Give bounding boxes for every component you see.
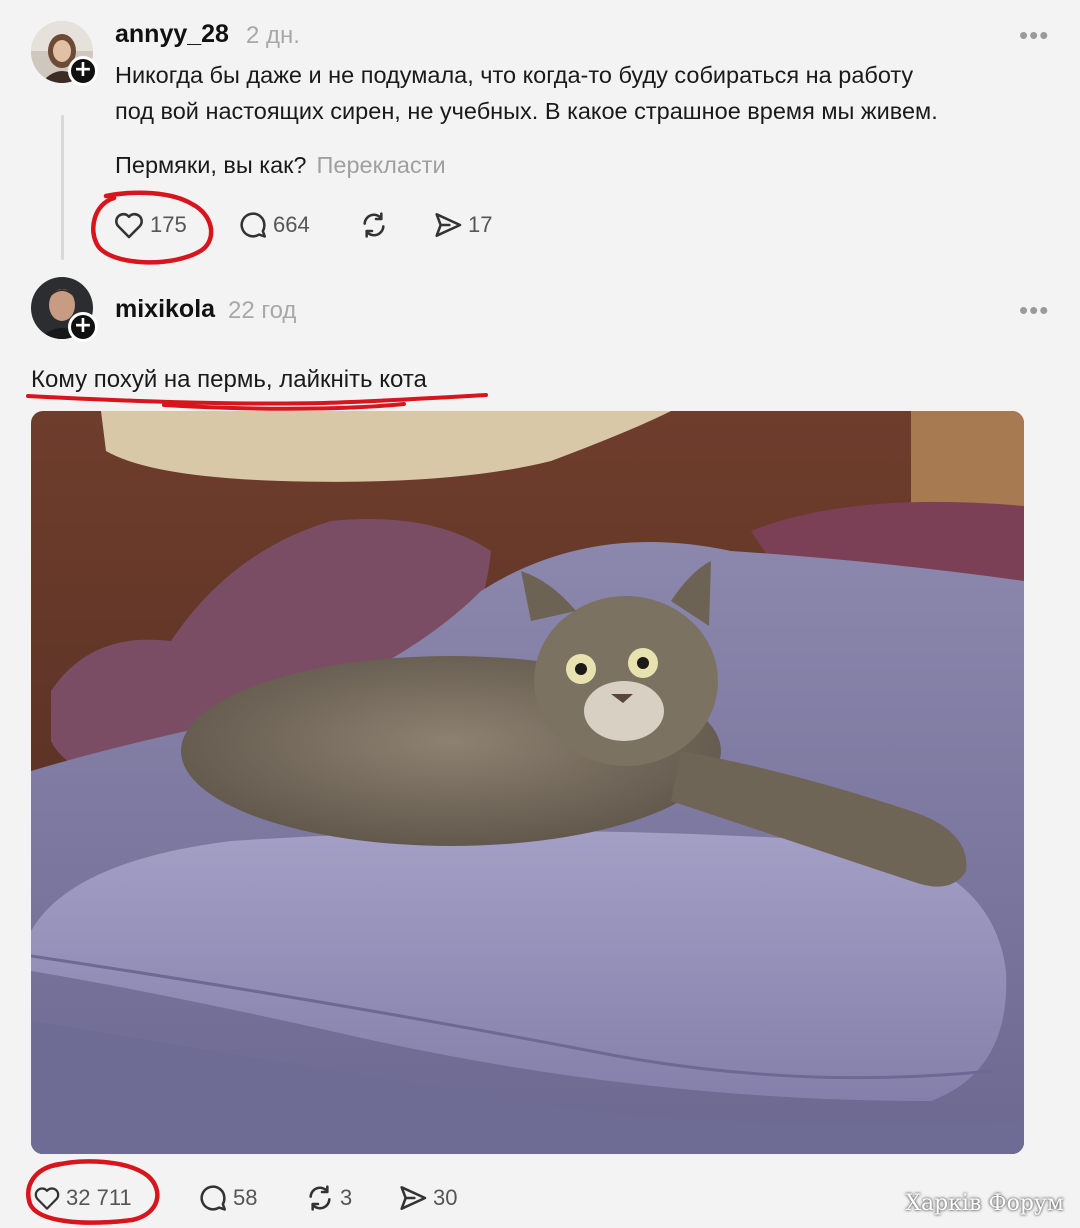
post-actions: 175 664 17: [112, 205, 512, 245]
cat-photo: [31, 411, 1024, 1154]
username[interactable]: annyy_28: [115, 20, 229, 49]
reply-icon: [200, 1185, 227, 1211]
repost-icon: [363, 212, 385, 238]
watermark: Харків Форум: [905, 1191, 1064, 1216]
repost-button[interactable]: [358, 205, 394, 245]
thread-line: [61, 115, 64, 260]
share-count: 30: [433, 1185, 458, 1210]
heart-icon: [115, 212, 143, 239]
post-time: 2 дн.: [246, 22, 300, 49]
share-count: 17: [468, 212, 493, 237]
post-annyy: + annyy_28 2 дн. ••• Никогда бы даже и н…: [0, 0, 1080, 270]
post-image-cat[interactable]: [31, 411, 1024, 1154]
post-text-line-question: Пермяки, вы как? Перекласти: [115, 147, 1070, 183]
share-icon: [435, 213, 462, 237]
like-count: 175: [150, 212, 187, 237]
reply-button[interactable]: 58: [197, 1178, 257, 1218]
translate-link[interactable]: Перекласти: [317, 152, 446, 178]
like-button[interactable]: 175: [112, 205, 187, 245]
post-text-question: Пермяки, вы как?: [115, 152, 307, 178]
share-button[interactable]: 17: [432, 205, 492, 245]
post-text: Кому похуй на пермь, лайкніть кота: [31, 366, 427, 393]
username[interactable]: mixikola: [115, 295, 215, 324]
follow-plus-icon[interactable]: +: [68, 312, 98, 342]
more-icon[interactable]: •••: [1019, 297, 1049, 325]
like-count: 32 711: [66, 1185, 132, 1210]
reply-button[interactable]: 664: [237, 205, 310, 245]
repost-count: 3: [340, 1185, 353, 1210]
post-text-line: под вой настоящих сирен, не учебных. В к…: [115, 98, 938, 124]
heart-icon: [34, 1187, 60, 1210]
reply-count: 664: [273, 212, 310, 237]
post-time: 22 год: [228, 297, 297, 324]
reply-count: 58: [233, 1185, 258, 1210]
repost-button[interactable]: 3: [304, 1178, 352, 1218]
follow-plus-icon[interactable]: +: [68, 56, 98, 86]
repost-icon: [309, 1185, 331, 1211]
share-button[interactable]: 30: [397, 1178, 457, 1218]
more-icon[interactable]: •••: [1019, 22, 1049, 50]
share-icon: [400, 1186, 427, 1210]
post-text: Никогда бы даже и не подумала, что когда…: [115, 57, 1070, 183]
like-button[interactable]: 32 711: [32, 1178, 132, 1218]
post-actions: 32 711 58 3 30: [32, 1178, 482, 1218]
post-text-line: Никогда бы даже и не подумала, что когда…: [115, 62, 914, 88]
reply-icon: [240, 212, 266, 238]
